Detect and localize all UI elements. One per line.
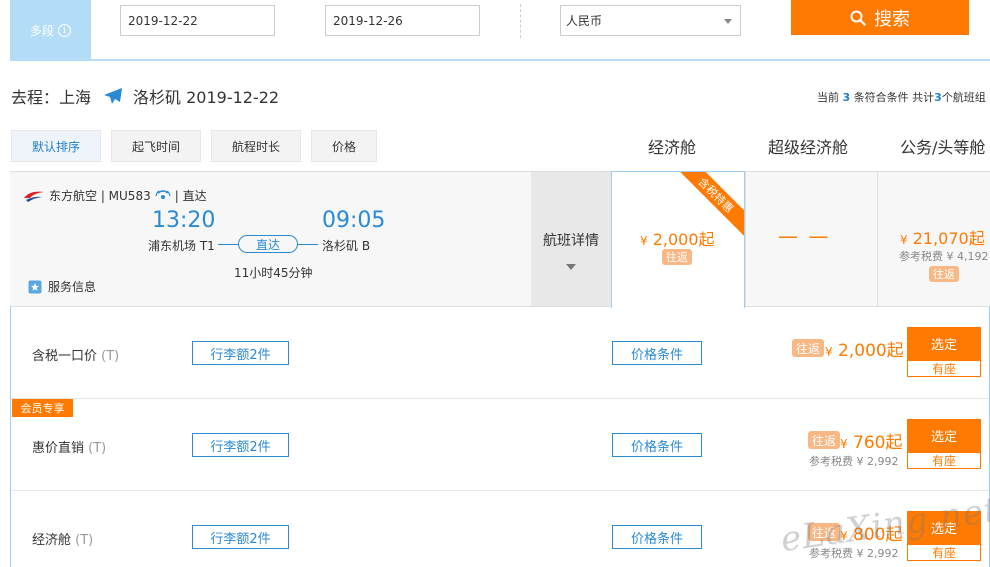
roundtrip-tag: 往返	[662, 249, 692, 265]
fare-tax: 参考税费 ¥ 2,992	[809, 455, 899, 468]
airline-info: 东方航空 | MU583 | 直达	[22, 187, 207, 204]
fare-price-value: 2,000起	[838, 341, 904, 361]
result-summary: 当前 3 条符合条件 共计3个航班组	[817, 89, 986, 105]
depart-airport: 浦东机场 T1	[148, 239, 215, 253]
economy-price: ¥ 2,000起	[640, 226, 715, 250]
direct-pill: 直达	[238, 235, 298, 253]
fare-name: 经济舱 (T)	[32, 529, 93, 548]
depart-date-value: 2019-12-22	[128, 13, 198, 28]
flight-duration: 11小时45分钟	[234, 266, 313, 280]
arrive-airport: 洛杉矶 B	[322, 239, 371, 253]
fare-price: ¥ 2,000起	[825, 336, 904, 361]
plane-icon	[104, 88, 123, 104]
currency-symbol: ¥	[840, 437, 848, 451]
price-conditions-button[interactable]: 价格条件	[612, 433, 702, 457]
price-conditions-button[interactable]: 价格条件	[612, 341, 702, 365]
currency-value: 人民币	[566, 14, 603, 28]
fare-row: 含税一口价 (T) 行李额2件 价格条件 往返 ¥ 2,000起 选定 有座	[11, 307, 989, 399]
service-star-icon	[28, 280, 42, 293]
return-date-value: 2019-12-26	[333, 13, 403, 28]
baggage-button[interactable]: 行李额2件	[192, 525, 289, 549]
multi-segment-tab[interactable]: 多段 i	[10, 0, 91, 61]
china-eastern-logo-icon	[24, 191, 44, 202]
business-price: ¥ 21,070起	[900, 225, 985, 249]
cabin-business-header: 公务/头等舱	[900, 138, 986, 157]
fare-name: 含税一口价 (T)	[32, 345, 119, 364]
currency-symbol: ¥	[900, 233, 908, 247]
search-bar: 多段 i 2019-12-22 2019-12-26 人民币 搜索	[10, 0, 990, 61]
super-economy-unavailable: — —	[778, 224, 831, 248]
roundtrip-tag: 往返	[792, 339, 825, 357]
fare-name-text: 含税一口价	[32, 349, 98, 364]
summary-count: 3	[842, 91, 851, 104]
search-button[interactable]: 搜索	[791, 0, 969, 35]
select-button[interactable]: 选定	[907, 419, 981, 452]
direct-label: | 直达	[174, 189, 207, 203]
member-exclusive-badge: 会员专享	[12, 399, 73, 417]
multi-segment-label: 多段	[29, 24, 54, 38]
fare-name: 惠价直销 (T)	[32, 437, 106, 456]
currency-select[interactable]: 人民币	[560, 5, 741, 36]
economy-price-cell[interactable]: 含税特惠 ¥ 2,000起 往返	[611, 171, 745, 308]
info-icon[interactable]: i	[58, 24, 71, 37]
fare-row: 惠价直销 (T) 行李额2件 价格条件 往返 ¥ 760起 参考税费 ¥ 2,9…	[11, 399, 989, 491]
summary-text-1: 当前	[817, 91, 843, 104]
select-button[interactable]: 选定	[907, 327, 981, 360]
service-info-label: 服务信息	[48, 280, 97, 294]
fare-price-value: 760起	[853, 433, 903, 453]
seat-available-button[interactable]: 有座	[907, 360, 981, 377]
depart-date-input[interactable]: 2019-12-22	[120, 5, 275, 36]
search-label: 搜索	[874, 8, 910, 30]
roundtrip-tag: 往返	[808, 431, 841, 449]
chevron-down-icon	[724, 19, 732, 24]
flight-details-label: 航班详情	[543, 233, 599, 249]
cabin-economy-header: 经济舱	[648, 138, 697, 157]
summary-text-3: 个航班组	[941, 91, 986, 104]
sort-default-tab[interactable]: 默认排序	[11, 130, 101, 162]
baggage-button[interactable]: 行李额2件	[192, 341, 289, 365]
baggage-button[interactable]: 行李额2件	[192, 433, 289, 457]
return-date-input[interactable]: 2019-12-26	[325, 5, 480, 36]
route-destination: 洛杉矶 2019-12-22	[133, 88, 280, 107]
business-tax: 参考税费 ¥ 4,192	[899, 250, 989, 263]
business-price-cell[interactable]: ¥ 21,070起 参考税费 ¥ 4,192 往返	[877, 171, 990, 307]
currency-symbol: ¥	[640, 234, 648, 248]
depart-time: 13:20	[152, 208, 216, 233]
page: 多段 i 2019-12-22 2019-12-26 人民币 搜索 去程：上海 …	[0, 0, 990, 567]
summary-total: 3	[934, 91, 942, 104]
summary-text-2: 条符合条件 共计	[850, 91, 935, 104]
sort-price-tab[interactable]: 价格	[311, 130, 377, 162]
search-icon	[850, 10, 866, 26]
route-title: 去程：上海 洛杉矶 2019-12-22	[11, 84, 279, 108]
arrive-time: 09:05	[322, 208, 386, 233]
divider	[520, 4, 521, 38]
chevron-down-icon	[566, 264, 576, 270]
price-conditions-button[interactable]: 价格条件	[612, 525, 702, 549]
fare-type: (T)	[101, 349, 120, 364]
seat-available-button[interactable]: 有座	[907, 544, 981, 561]
sort-departure-time-tab[interactable]: 起飞时间	[111, 130, 201, 162]
roundtrip-tag: 往返	[929, 266, 959, 282]
currency-symbol: ¥	[825, 345, 833, 359]
fare-name-text: 惠价直销	[32, 441, 85, 456]
sort-duration-tab[interactable]: 航程时长	[211, 130, 301, 162]
service-info-link[interactable]: 服务信息	[28, 278, 96, 295]
fare-type: (T)	[88, 441, 107, 456]
fare-name-text: 经济舱	[32, 533, 72, 548]
fare-price: ¥ 760起	[840, 428, 903, 453]
route-origin: 去程：上海	[11, 88, 92, 107]
seat-available-button[interactable]: 有座	[907, 452, 981, 469]
flight-details-toggle[interactable]: 航班详情	[531, 172, 611, 306]
economy-price-value: 2,000起	[652, 230, 715, 249]
wifi-icon	[155, 189, 171, 199]
fare-type: (T)	[75, 533, 94, 548]
airline-flight-number: 东方航空 | MU583	[49, 189, 151, 203]
business-price-value: 21,070起	[912, 229, 985, 248]
cabin-super-economy-header: 超级经济舱	[768, 138, 849, 157]
